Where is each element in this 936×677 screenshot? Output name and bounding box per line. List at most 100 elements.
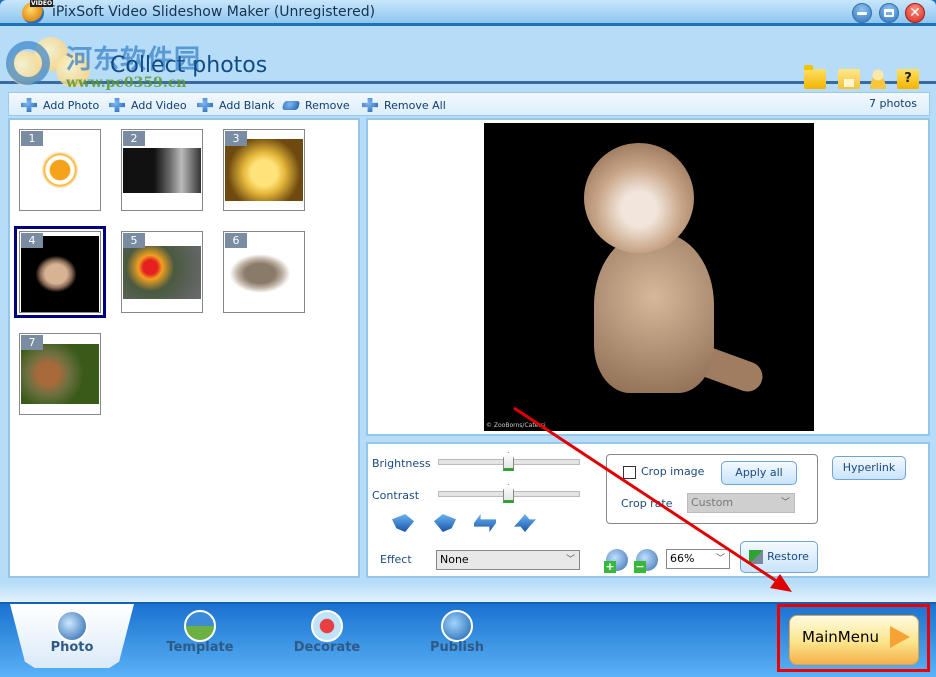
contrast-label: Contrast (372, 489, 420, 502)
brightness-label: Brightness (372, 457, 431, 470)
decorate-heart-icon (311, 610, 343, 642)
photo-thumb[interactable]: 2 (121, 129, 203, 211)
maximize-button[interactable] (879, 3, 899, 23)
zoom-value: 66% (670, 552, 695, 565)
crop-image-checkbox[interactable] (623, 466, 636, 479)
section-header: 河东软件园 www.pc0359.cn Collect photos ? (0, 29, 936, 91)
apply-all-button[interactable]: Apply all (721, 461, 797, 485)
flip-vertical-icon[interactable] (514, 514, 536, 532)
rotate-left-icon[interactable] (392, 514, 414, 532)
remove-all-label: Remove All (384, 98, 446, 112)
remove-all-icon (362, 98, 378, 112)
minimize-button[interactable] (852, 3, 872, 23)
add-video-button[interactable]: Add Video (109, 96, 187, 114)
photo-tab-icon (56, 610, 88, 642)
restore-button[interactable]: Restore (740, 541, 818, 573)
open-folder-icon[interactable] (804, 65, 826, 89)
main-menu-label: MainMenu (802, 628, 879, 646)
play-arrow-icon (890, 626, 910, 648)
remove-button[interactable]: Remove (281, 96, 350, 114)
photo-image (225, 246, 303, 301)
app-window: VIDEO iPixSoft Video Slideshow Maker (Un… (0, 0, 936, 677)
help-icon[interactable]: ? (897, 69, 919, 89)
photo-thumb[interactable]: 3 (223, 129, 305, 211)
zoom-in-button[interactable]: + (604, 549, 628, 573)
tab-decorate[interactable]: Decorate (277, 604, 377, 664)
remove-label: Remove (305, 98, 350, 112)
chevron-down-icon: ﹀ (715, 554, 725, 564)
tab-publish-label: Publish (430, 640, 484, 655)
effect-value: None (440, 553, 469, 566)
photo-preview: © ZooBorns/Catersi (366, 118, 930, 436)
brightness-slider-thumb[interactable] (503, 452, 514, 471)
crop-group: Crop image Apply all Crop rate Custom ﹀ (606, 454, 818, 524)
save-icon[interactable] (838, 69, 860, 89)
watermark-logo-icon (6, 41, 50, 85)
publish-globe-icon (441, 610, 473, 642)
user-icon[interactable] (867, 69, 889, 89)
bottom-strip (0, 582, 936, 604)
section-title: Collect photos (110, 53, 268, 78)
crop-rate-label: Crop rate (621, 497, 673, 510)
add-blank-icon (197, 98, 213, 112)
image-controls: Brightness Contrast Effect None ﹀ Crop i… (366, 442, 930, 578)
title-bar: VIDEO iPixSoft Video Slideshow Maker (Un… (0, 0, 936, 26)
template-tab-icon (184, 610, 216, 642)
tab-photo[interactable]: Photo (10, 604, 134, 668)
zoom-out-icon: − (634, 560, 646, 573)
maximize-icon (884, 9, 894, 17)
photo-index: 2 (123, 131, 145, 146)
minimize-icon (857, 12, 867, 15)
photo-count: 7 photos (869, 97, 917, 110)
hyperlink-button[interactable]: Hyperlink (832, 456, 906, 480)
photo-list: 1 2 3 4 5 6 7 (8, 118, 360, 578)
tab-photo-label: Photo (50, 640, 94, 655)
main-menu-highlight: MainMenu (777, 604, 930, 672)
add-photo-icon (21, 98, 37, 112)
photo-index: 6 (225, 233, 247, 248)
close-icon: ✕ (909, 5, 921, 21)
add-blank-button[interactable]: Add Blank (197, 96, 274, 114)
restore-icon (749, 550, 764, 564)
add-video-label: Add Video (131, 98, 187, 112)
photo-thumb[interactable]: 5 (121, 231, 203, 313)
add-photo-button[interactable]: Add Photo (21, 96, 99, 114)
tab-publish[interactable]: Publish (407, 604, 507, 664)
tab-template[interactable]: Template (150, 604, 250, 664)
zoom-out-button[interactable]: − (634, 549, 658, 573)
zoom-in-icon: + (604, 560, 616, 573)
photo-image (225, 139, 303, 201)
contrast-slider-thumb[interactable] (503, 484, 514, 503)
chevron-down-icon: ﹀ (565, 555, 575, 565)
photo-thumb[interactable]: 1 (19, 129, 101, 211)
tab-template-label: Template (166, 640, 234, 655)
add-photo-label: Add Photo (43, 98, 100, 112)
crop-rate-select: Custom ﹀ (687, 493, 795, 513)
photo-thumb[interactable]: 7 (19, 333, 101, 415)
photo-index: 3 (225, 131, 247, 146)
photo-index: 7 (21, 335, 43, 350)
effect-label: Effect (380, 553, 412, 566)
app-logo-tag: VIDEO (30, 0, 54, 7)
main-menu-button[interactable]: MainMenu (789, 615, 919, 665)
tab-decorate-label: Decorate (293, 640, 361, 655)
window-title: iPixSoft Video Slideshow Maker (Unregist… (52, 4, 376, 20)
rotate-right-icon[interactable] (434, 514, 456, 532)
flip-horizontal-icon[interactable] (474, 514, 496, 532)
photo-thumb-selected[interactable]: 4 (14, 226, 106, 318)
add-blank-label: Add Blank (219, 98, 275, 112)
remove-all-button[interactable]: Remove All (362, 96, 446, 114)
preview-image: © ZooBorns/Catersi (484, 123, 814, 431)
crop-rate-value: Custom (691, 496, 734, 509)
photo-image (21, 344, 99, 404)
effect-select[interactable]: None ﹀ (436, 550, 580, 570)
photo-thumb[interactable]: 6 (223, 231, 305, 313)
add-video-icon (109, 98, 125, 112)
close-button[interactable]: ✕ (905, 3, 925, 23)
photo-image (123, 148, 201, 193)
photo-index: 1 (21, 131, 43, 146)
crop-image-label: Crop image (641, 465, 705, 478)
photo-image (123, 246, 201, 299)
photo-index: 4 (21, 233, 43, 248)
zoom-select[interactable]: 66% ﹀ (666, 549, 730, 569)
